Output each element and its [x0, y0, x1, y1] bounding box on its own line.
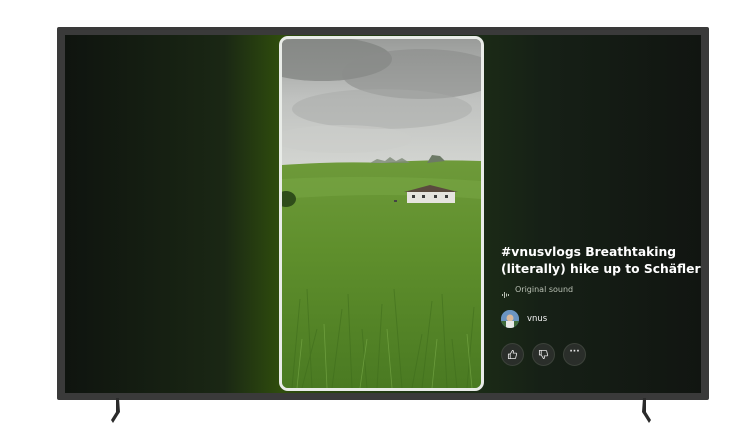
short-info-panel: #vnusvlogs Breathtaking (literally) hike…	[501, 244, 701, 366]
tv-stand-left	[110, 398, 126, 424]
video-frame-landscape	[282, 39, 481, 388]
channel-row[interactable]: vnus	[501, 309, 701, 329]
tv-stand-right	[636, 398, 652, 424]
action-bar: ···	[501, 343, 701, 366]
video-title: #vnusvlogs Breathtaking (literally) hike…	[501, 245, 701, 276]
more-options-button[interactable]: ···	[563, 343, 586, 366]
like-button[interactable]	[501, 343, 524, 366]
sound-label: Original sound	[515, 285, 574, 294]
avatar[interactable]	[501, 310, 519, 328]
dislike-button[interactable]	[532, 343, 555, 366]
more-icon: ···	[569, 347, 580, 357]
thumbs-down-icon	[538, 349, 549, 360]
sound-row[interactable]: Original sound	[501, 284, 701, 298]
channel-name[interactable]: vnus	[527, 314, 547, 324]
short-video-player[interactable]	[279, 36, 484, 391]
sound-wave-icon	[501, 285, 511, 298]
thumbs-up-icon	[507, 349, 518, 360]
